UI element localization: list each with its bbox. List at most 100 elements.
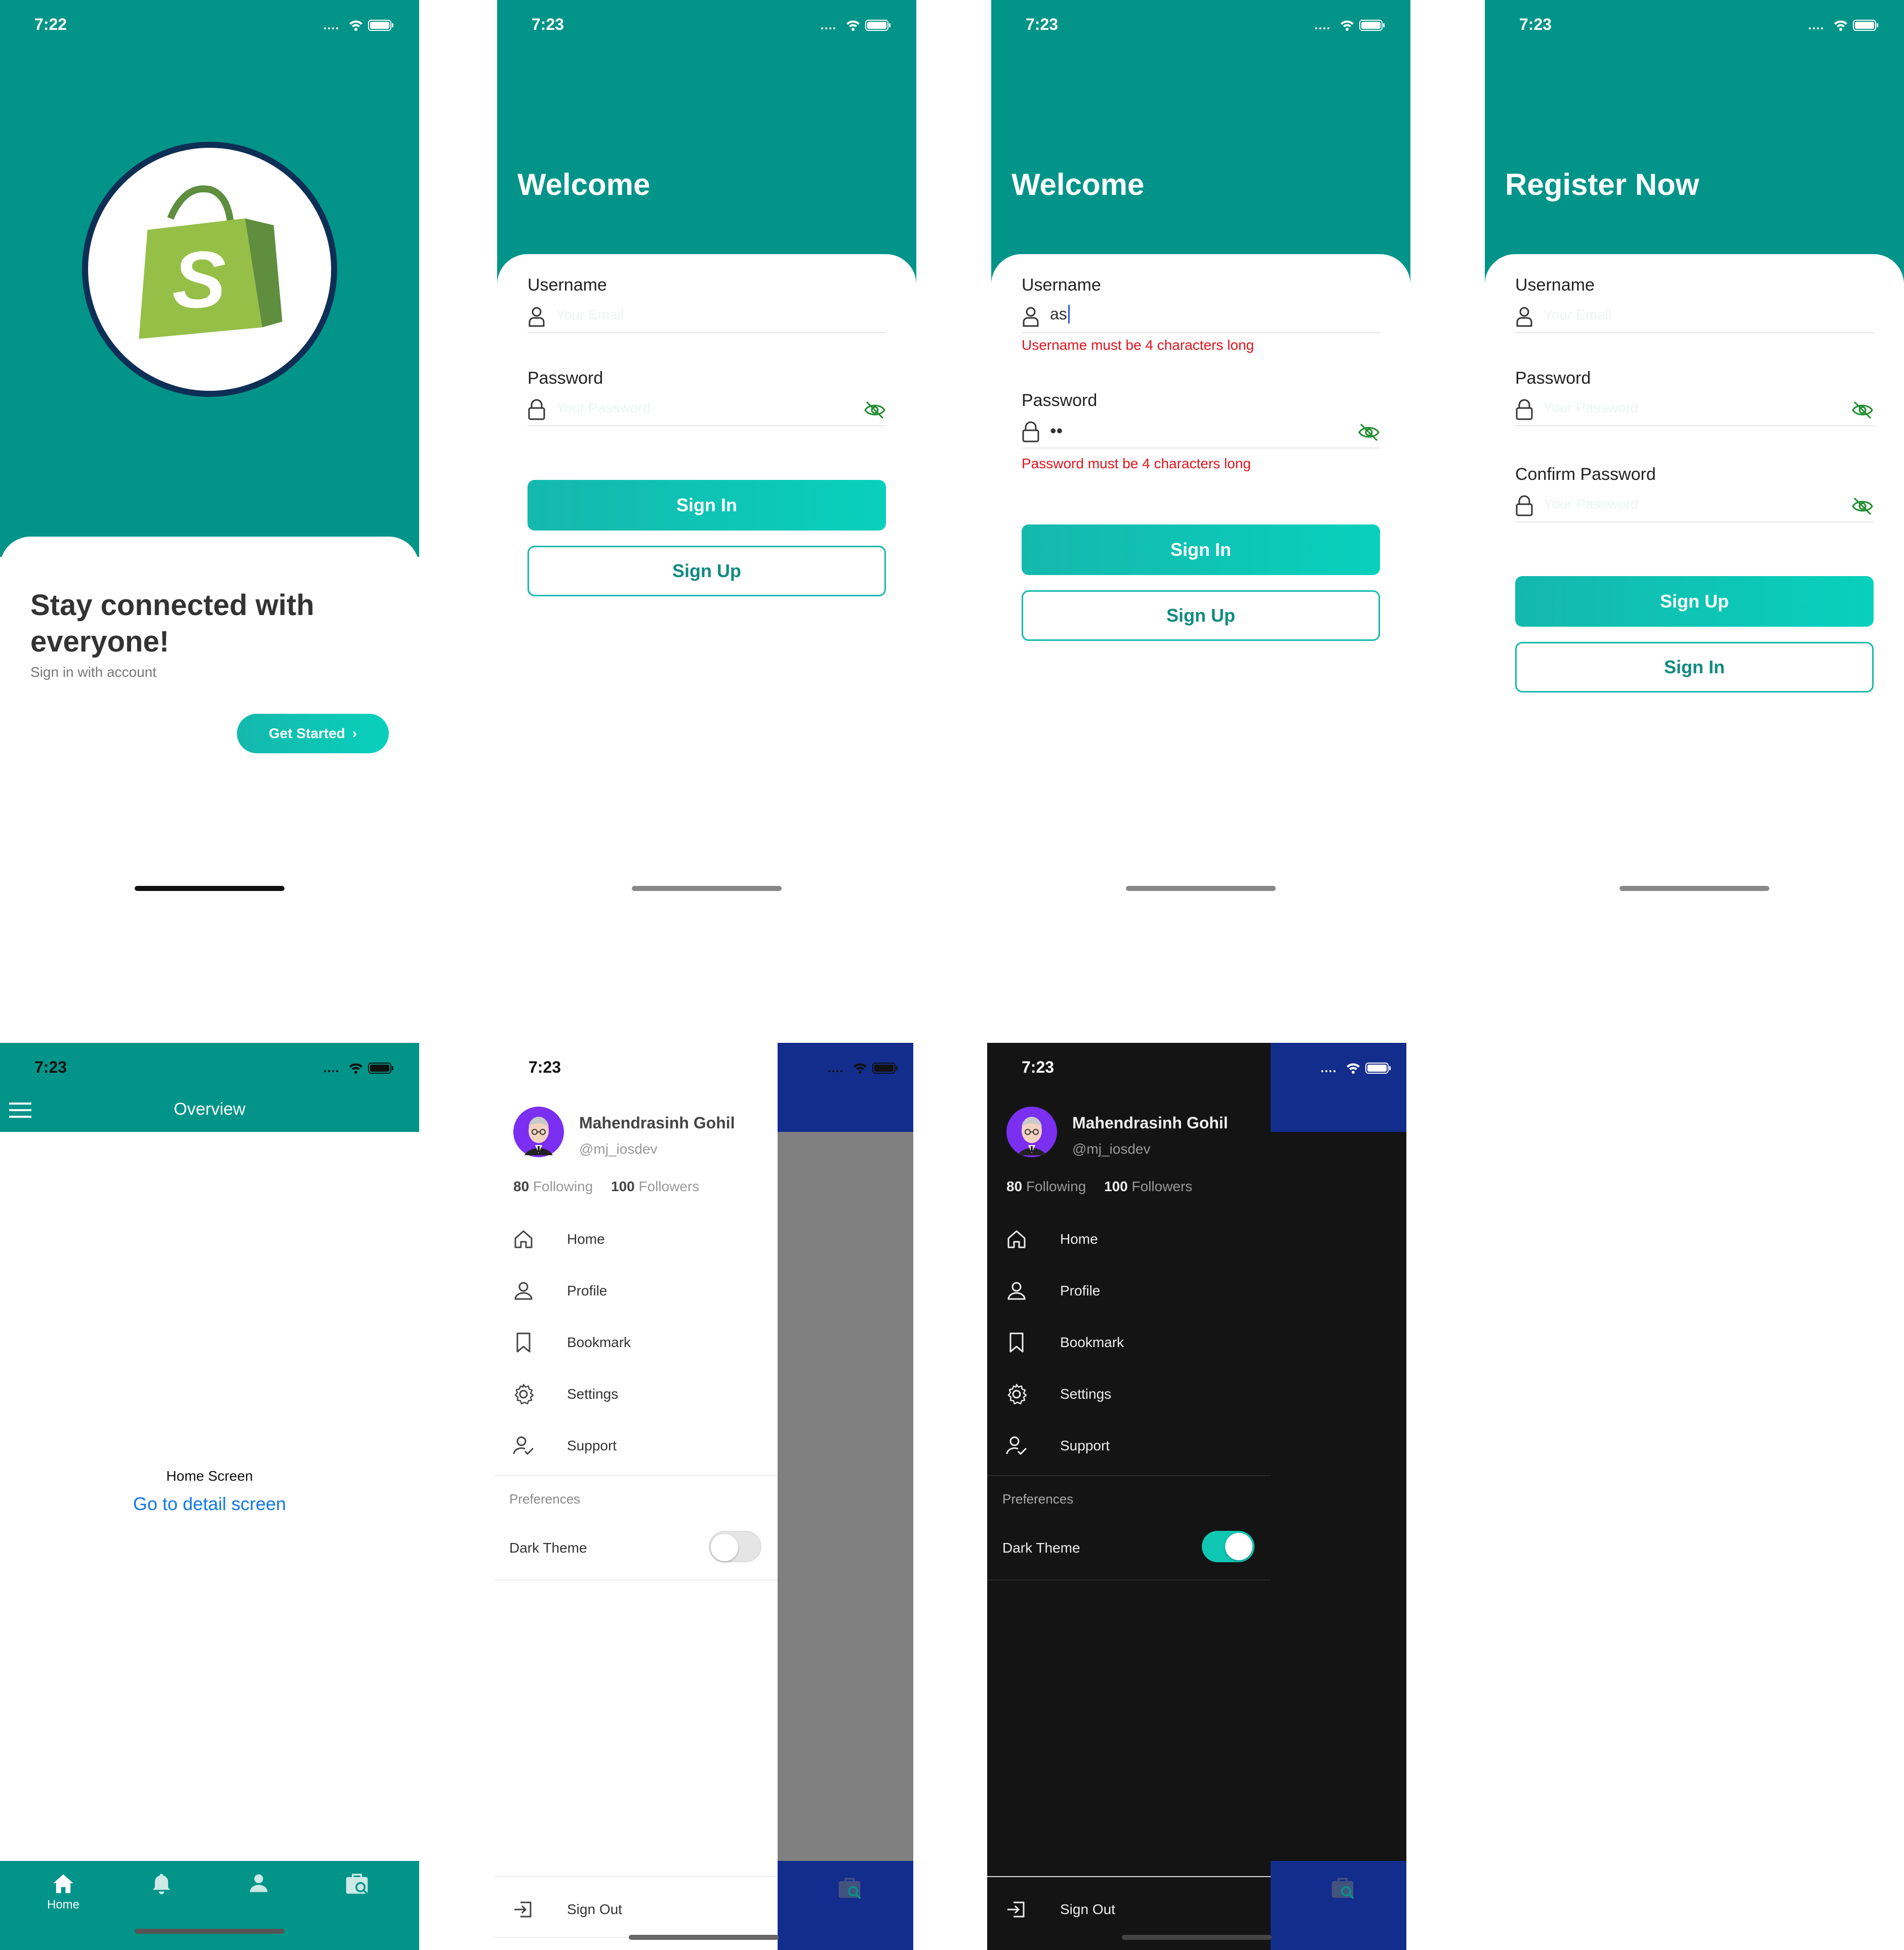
backdrop-overlay[interactable] bbox=[778, 1043, 913, 1950]
get-started-button[interactable]: Get Started › bbox=[237, 714, 389, 753]
tab-home[interactable]: Home bbox=[35, 1871, 91, 1912]
sign-up-button[interactable]: Sign Up bbox=[1515, 576, 1874, 627]
toggle-knob bbox=[711, 1534, 738, 1561]
backdrop-overlay[interactable] bbox=[1271, 1043, 1406, 1950]
sign-in-button[interactable]: Sign In bbox=[528, 480, 886, 531]
dark-theme-toggle[interactable] bbox=[709, 1531, 761, 1562]
bookmark-icon bbox=[512, 1331, 535, 1354]
sign-up-button[interactable]: Sign Up bbox=[528, 546, 886, 596]
avatar[interactable] bbox=[1006, 1107, 1057, 1157]
drawer-item-profile[interactable]: Profile bbox=[512, 1276, 607, 1306]
home-icon bbox=[512, 1228, 535, 1250]
divider bbox=[494, 1475, 778, 1476]
backdrop-navbar bbox=[1271, 1043, 1406, 1132]
dark-theme-label: Dark Theme bbox=[1002, 1540, 1080, 1556]
drawer-item-bookmark[interactable]: Bookmark bbox=[1005, 1327, 1124, 1358]
briefcase-search-icon bbox=[344, 1871, 370, 1897]
status-bar: 7:23 bbox=[1485, 0, 1904, 51]
following-label: Following bbox=[1026, 1179, 1086, 1194]
tab-bar: Home bbox=[0, 1861, 419, 1950]
backdrop-tabbar bbox=[778, 1861, 913, 1950]
sign-out-button[interactable]: Sign Out bbox=[1005, 1894, 1115, 1925]
username-label: Username bbox=[528, 275, 607, 295]
status-icons bbox=[817, 17, 898, 32]
drawer-item-label: Profile bbox=[1060, 1283, 1101, 1298]
login-card: Username as Username must be 4 character… bbox=[991, 254, 1410, 907]
drawer-item-settings[interactable]: Settings bbox=[512, 1379, 618, 1409]
home-indicator bbox=[135, 1929, 285, 1934]
divider bbox=[494, 1876, 778, 1877]
page-title: Register Now bbox=[1505, 168, 1699, 201]
divider bbox=[987, 1579, 1271, 1580]
backdrop-tabbar bbox=[1271, 1861, 1406, 1950]
home-icon bbox=[51, 1871, 75, 1895]
overview-screen: 7:23 Overview Home Screen Go to detail s… bbox=[0, 1043, 419, 1950]
password-field[interactable]: Your Password bbox=[1515, 395, 1874, 426]
status-time: 7:23 bbox=[34, 1058, 67, 1076]
password-error: Password must be 4 characters long bbox=[1022, 456, 1251, 471]
drawer-item-settings[interactable]: Settings bbox=[1005, 1379, 1111, 1409]
password-label: Password bbox=[1022, 391, 1098, 410]
confirm-password-field[interactable]: Your Password bbox=[1515, 491, 1874, 522]
drawer-item-profile[interactable]: Profile bbox=[1005, 1276, 1100, 1306]
sign-out-button[interactable]: Sign Out bbox=[512, 1894, 622, 1925]
user-icon bbox=[1022, 306, 1040, 328]
briefcase-search-icon bbox=[836, 1875, 863, 1901]
sign-out-icon bbox=[1005, 1898, 1028, 1921]
status-bar: 7:23 bbox=[497, 0, 916, 51]
profile-handle: @mj_iosdev bbox=[1072, 1141, 1151, 1157]
divider bbox=[987, 1876, 1271, 1877]
status-bar: 7:23 bbox=[991, 0, 1410, 51]
sign-in-button[interactable]: Sign In bbox=[1515, 642, 1874, 693]
username-field[interactable]: Your Email bbox=[528, 302, 886, 333]
drawer-light-screen: 7:23 Mahendrasinh Gohil @mj_iosdev 80 Fo… bbox=[494, 1043, 913, 1950]
divider bbox=[494, 1579, 778, 1580]
svg-text:S: S bbox=[172, 234, 226, 324]
following-count: 80 bbox=[513, 1179, 530, 1194]
username-placeholder: Your Email bbox=[1544, 307, 1612, 322]
user-icon bbox=[528, 306, 546, 328]
drawer-item-bookmark[interactable]: Bookmark bbox=[512, 1327, 631, 1358]
dark-theme-toggle[interactable] bbox=[1202, 1531, 1254, 1562]
drawer-item-home[interactable]: Home bbox=[512, 1224, 605, 1254]
eye-off-icon[interactable] bbox=[1358, 422, 1380, 442]
password-placeholder: Your Password bbox=[1544, 400, 1639, 416]
bell-icon bbox=[149, 1871, 174, 1895]
drawer-item-label: Settings bbox=[1060, 1386, 1112, 1402]
drawer-item-label: Bookmark bbox=[1060, 1334, 1124, 1350]
tab-notifications[interactable] bbox=[134, 1871, 189, 1912]
drawer-item-support[interactable]: Support bbox=[512, 1431, 617, 1461]
support-icon bbox=[512, 1435, 535, 1457]
go-to-detail-link[interactable]: Go to detail screen bbox=[0, 1493, 419, 1515]
sign-in-button[interactable]: Sign In bbox=[1022, 524, 1380, 575]
tab-jobs[interactable] bbox=[329, 1871, 385, 1912]
username-field[interactable]: as bbox=[1022, 302, 1380, 333]
drawer-item-label: Support bbox=[567, 1438, 617, 1453]
drawer-panel: 7:23 Mahendrasinh Gohil @mj_iosdev 80 Fo… bbox=[494, 1043, 778, 1950]
password-field[interactable]: Your Password bbox=[528, 395, 886, 426]
lock-icon bbox=[1515, 495, 1533, 517]
eye-off-icon[interactable] bbox=[1851, 400, 1874, 420]
eye-off-icon[interactable] bbox=[864, 400, 886, 420]
status-time: 7:23 bbox=[1026, 15, 1059, 33]
tab-profile[interactable] bbox=[231, 1871, 287, 1912]
gear-icon bbox=[1005, 1383, 1028, 1405]
toggle-knob bbox=[1225, 1533, 1252, 1560]
status-bar: 7:23 bbox=[0, 1043, 419, 1093]
username-field[interactable]: Your Email bbox=[1515, 302, 1874, 333]
bookmark-icon bbox=[1005, 1331, 1028, 1354]
username-error: Username must be 4 characters long bbox=[1022, 337, 1254, 353]
backdrop-navbar bbox=[778, 1043, 913, 1132]
person-icon bbox=[512, 1280, 535, 1302]
drawer-item-label: Home bbox=[567, 1231, 605, 1247]
drawer-item-support[interactable]: Support bbox=[1005, 1431, 1110, 1461]
follow-stats: 80 Following 100 Followers bbox=[513, 1179, 699, 1195]
password-field[interactable]: •• bbox=[1022, 417, 1380, 449]
register-card: Username Your Email Password Your Passwo… bbox=[1485, 254, 1904, 907]
eye-off-icon[interactable] bbox=[1851, 496, 1874, 516]
avatar[interactable] bbox=[513, 1107, 564, 1157]
status-time: 7:23 bbox=[1022, 1058, 1055, 1076]
sign-up-button[interactable]: Sign Up bbox=[1022, 590, 1380, 641]
profile-name: Mahendrasinh Gohil bbox=[1072, 1114, 1228, 1132]
drawer-item-home[interactable]: Home bbox=[1005, 1224, 1098, 1254]
